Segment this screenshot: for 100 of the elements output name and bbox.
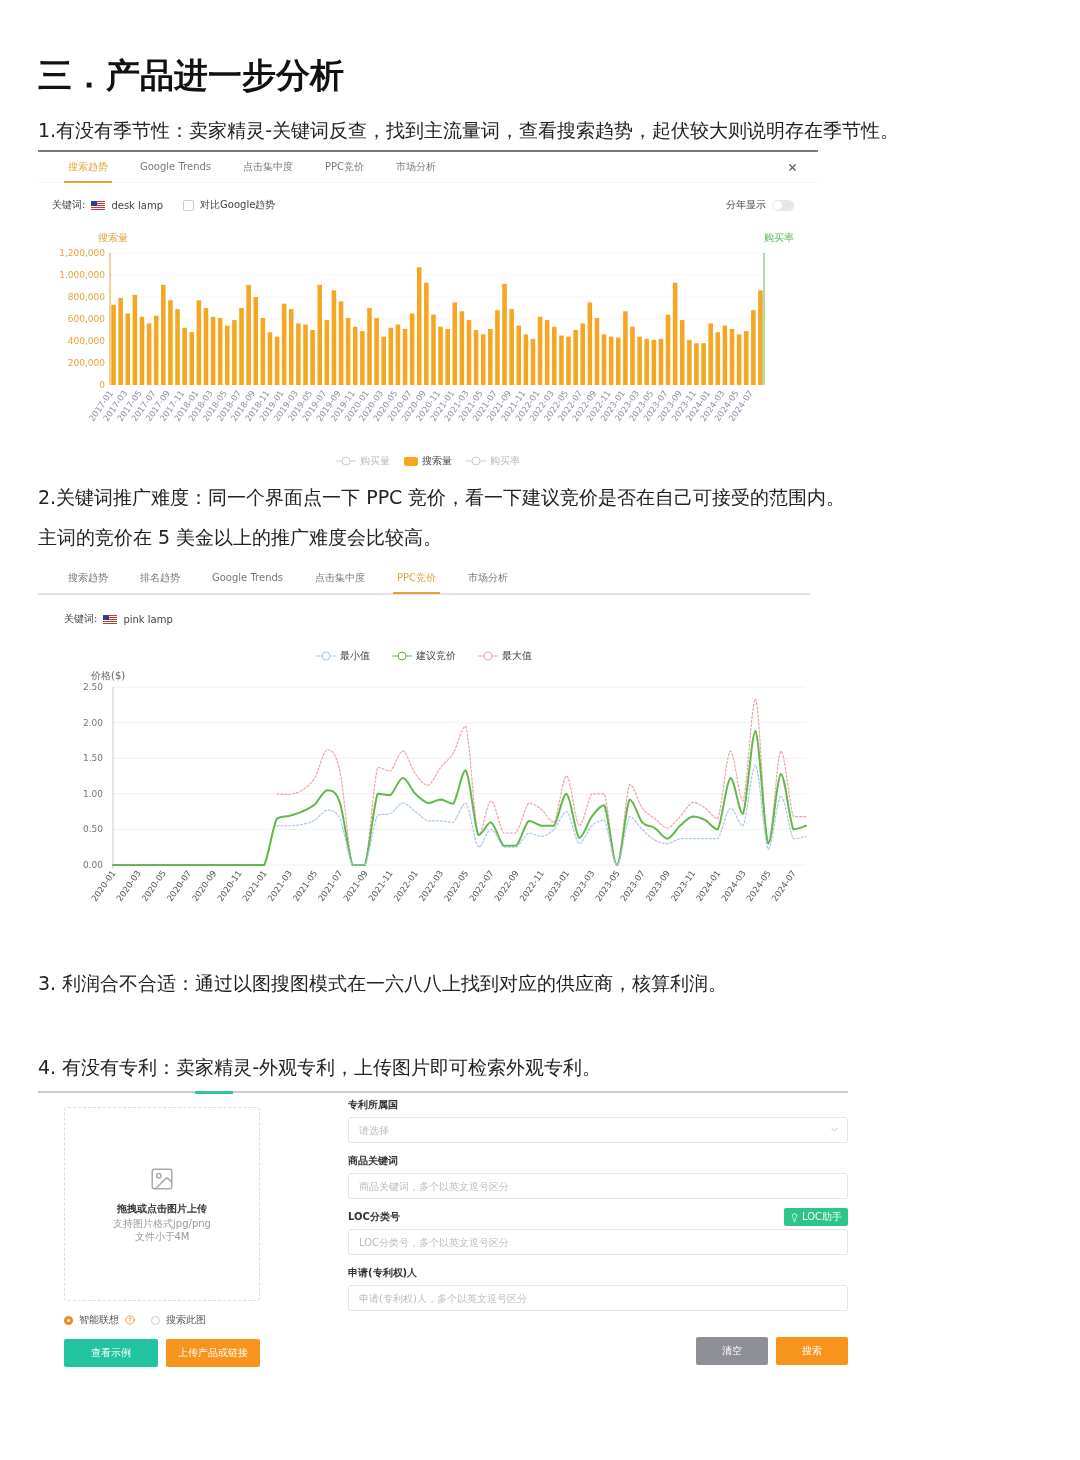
tab[interactable]: 市场分析 — [464, 563, 513, 594]
legend-item[interactable]: 最小值 — [316, 649, 370, 663]
tab[interactable]: 市场分析 — [392, 152, 441, 183]
radio-label: 智能联想 — [79, 1313, 119, 1327]
tab[interactable]: 点击集中度 — [239, 152, 298, 183]
legend-item[interactable]: 建议竞价 — [392, 649, 456, 663]
bar — [566, 336, 571, 385]
page-heading: 三．产品进一步分析 — [38, 54, 345, 96]
tab[interactable]: PPC竞价 — [321, 152, 369, 183]
bar — [552, 326, 557, 385]
axis-tick-label: 2.00 — [82, 717, 103, 728]
bar — [431, 314, 436, 385]
paragraph: 主词的竞价在 5 美金以上的推广难度会比较高。 — [38, 525, 444, 550]
bar — [701, 343, 706, 385]
action-button[interactable]: 清空 — [696, 1337, 768, 1365]
bar — [644, 338, 649, 385]
bar — [637, 336, 642, 385]
bar — [296, 323, 301, 385]
legend-item[interactable]: 最大值 — [478, 649, 532, 663]
axis-tick-label: 0 — [99, 380, 105, 390]
axis-tick-label: 0.00 — [82, 860, 103, 870]
paragraph: 3. 利润合不合适：通过以图搜图模式在一六八八上找到对应的供应商，核算利润。 — [38, 971, 729, 996]
bar — [616, 337, 621, 385]
bar — [516, 325, 521, 385]
axis-tick-label: 800,000 — [67, 292, 105, 302]
axis-title: 购买率 — [764, 232, 794, 243]
bar — [225, 325, 230, 385]
lightbulb-icon — [789, 1212, 799, 1222]
legend-line-icon — [316, 651, 336, 661]
image-icon — [149, 1166, 175, 1192]
tab-indicator — [195, 1091, 233, 1094]
bar — [708, 323, 713, 385]
tab[interactable]: Google Trends — [136, 152, 216, 183]
bar — [381, 336, 386, 385]
bar — [182, 327, 187, 385]
radio-option[interactable]: 搜索此图 — [151, 1313, 206, 1327]
us-flag-icon — [103, 614, 118, 624]
axis-tick-label: 1.00 — [82, 788, 103, 799]
upload-hint: 文件小于4M — [134, 1231, 190, 1242]
upload-title: 拖拽或点击图片上传 — [117, 1202, 207, 1216]
select-field[interactable]: 请选择 — [348, 1117, 848, 1143]
bar — [374, 317, 379, 385]
legend-line-icon — [466, 456, 486, 466]
tab[interactable]: 搜索趋势 — [64, 563, 112, 594]
bar — [488, 328, 493, 385]
axis-tick-label: 600,000 — [67, 314, 105, 324]
us-flag-icon — [91, 200, 106, 210]
tab[interactable]: Google Trends — [208, 563, 288, 594]
paragraph: 1.有没有季节性：卖家精灵-关键词反查，找到主流量词，查看搜索趋势，起伏较大则说明存在季节性。 — [38, 118, 900, 143]
field-label: LOC分类号 — [348, 1210, 400, 1224]
field-label: 商品关键词 — [348, 1154, 398, 1168]
toggle-switch[interactable] — [772, 199, 794, 211]
axis-tick-label: 0.50 — [82, 824, 103, 835]
bar — [680, 320, 685, 385]
paragraph: 4. 有没有专利：卖家精灵-外观专利，上传图片即可检索外观专利。 — [38, 1055, 603, 1080]
bar — [353, 326, 358, 385]
legend-bar-icon — [404, 456, 418, 466]
axis-tick-label: 400,000 — [67, 336, 105, 346]
axis-tick-label: 1,000,000 — [59, 270, 105, 280]
axis-tick-label: 200,000 — [67, 358, 105, 368]
bar — [189, 332, 194, 385]
checkbox-label: 对比Google趋势 — [200, 198, 276, 212]
bar — [694, 343, 699, 385]
bar — [630, 326, 635, 385]
axis-title: 搜索量 — [98, 232, 128, 243]
legend-line-icon — [392, 651, 412, 661]
toggle-label: 分年显示 — [726, 198, 766, 212]
keyword-value: pink lamp — [123, 613, 173, 625]
radio-button[interactable] — [64, 1315, 73, 1325]
tab[interactable]: 排名趋势 — [136, 563, 184, 594]
keyword-value: desk lamp — [111, 199, 164, 211]
bar — [232, 320, 237, 385]
upload-hint: 支持图片格式jpg/png — [113, 1218, 211, 1229]
upload-area[interactable]: 拖拽或点击图片上传 支持图片格式jpg/png 文件小于4M — [64, 1107, 260, 1301]
paragraph: 2.关键词推广难度：同一个界面点一下 PPC 竞价，看一下建议竞价是否在自己可接受的范围内。 — [38, 485, 847, 510]
close-icon[interactable] — [787, 161, 798, 173]
legend-item[interactable]: 搜索量 — [404, 454, 452, 468]
field-label: 专利所属国 — [348, 1098, 398, 1112]
bar — [445, 328, 450, 385]
keyword-label: 关键词: — [64, 612, 98, 626]
axis-title: 价格($) — [91, 670, 126, 681]
radio-button[interactable] — [151, 1315, 160, 1325]
field-label: 申请(专利权)人 — [348, 1266, 418, 1280]
checkbox[interactable] — [183, 199, 195, 211]
bar — [687, 339, 692, 385]
radio-label: 搜索此图 — [166, 1313, 206, 1327]
bar — [310, 330, 315, 385]
legend-line-icon — [336, 456, 356, 466]
tab[interactable]: 点击集中度 — [311, 563, 370, 594]
radio-option[interactable]: 智能联想 — [64, 1313, 135, 1327]
bar — [580, 323, 585, 385]
bar — [303, 324, 308, 385]
axis-tick-label: 1,200,000 — [59, 248, 105, 258]
keyword-label: 关键词: — [52, 198, 86, 212]
bar — [360, 331, 365, 385]
bar — [559, 335, 564, 385]
bar — [573, 330, 578, 385]
bar — [438, 326, 443, 385]
axis-tick-label: 1.50 — [82, 753, 103, 764]
legend-line-icon — [478, 651, 498, 661]
